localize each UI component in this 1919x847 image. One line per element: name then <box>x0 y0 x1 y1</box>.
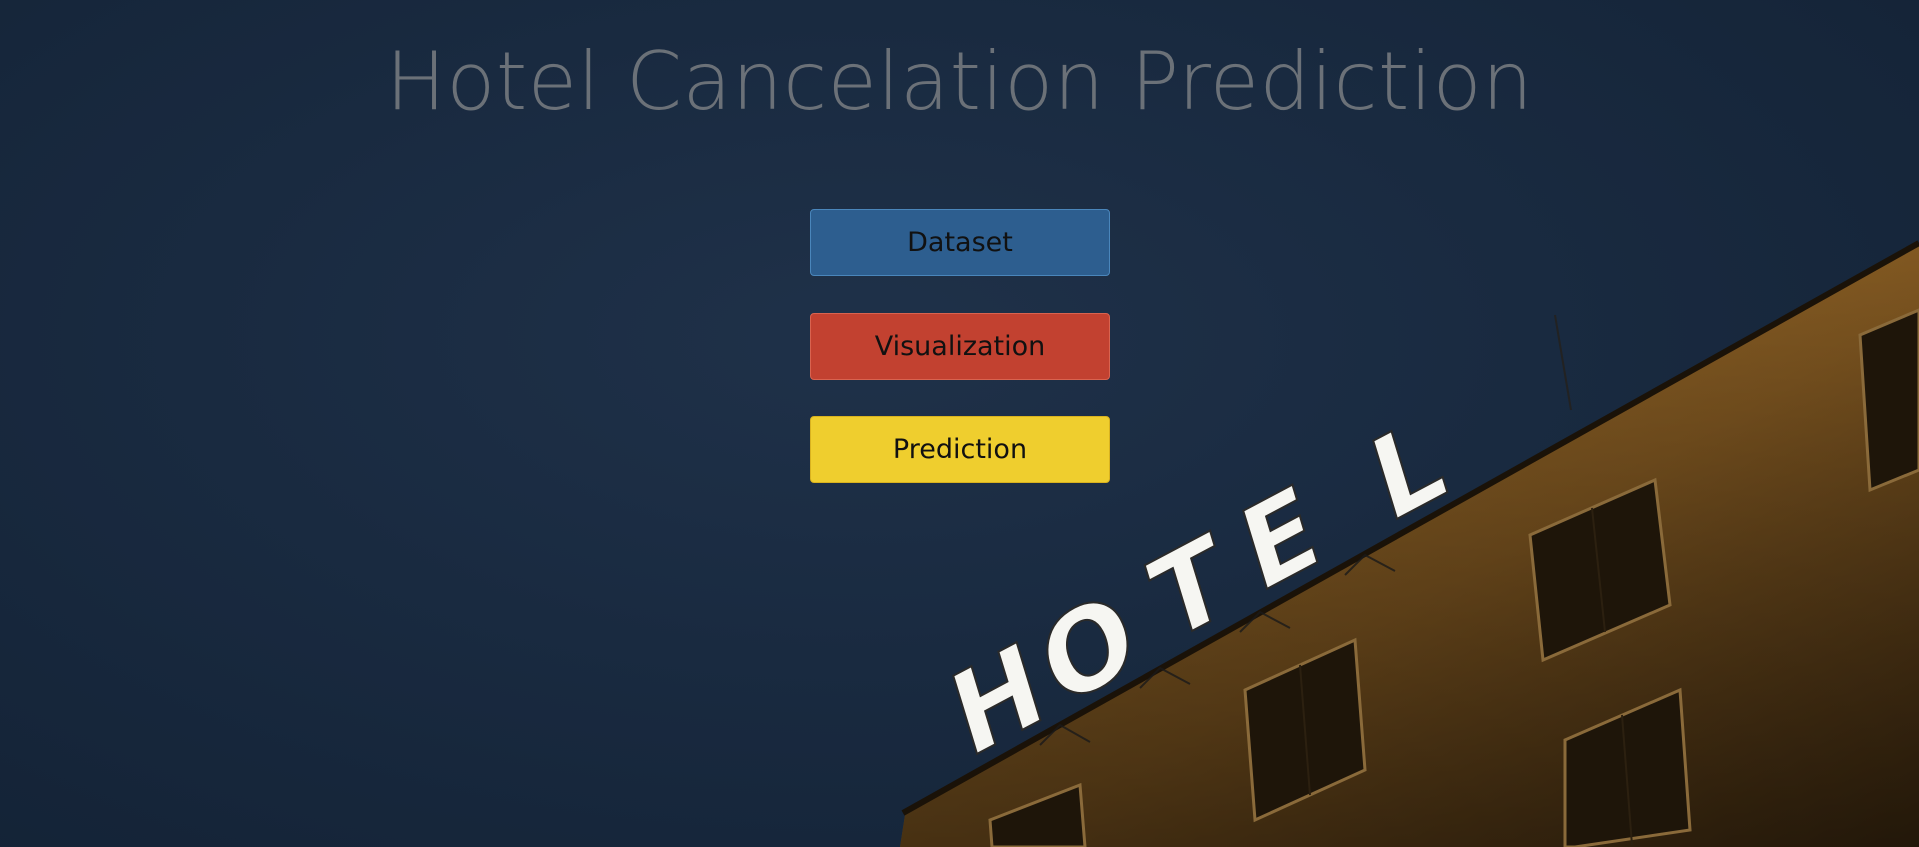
page-title: Hotel Cancelation Prediction <box>385 35 1534 128</box>
visualization-button[interactable]: Visualization <box>810 313 1110 380</box>
dataset-button[interactable]: Dataset <box>810 209 1110 276</box>
prediction-button[interactable]: Prediction <box>810 416 1110 483</box>
